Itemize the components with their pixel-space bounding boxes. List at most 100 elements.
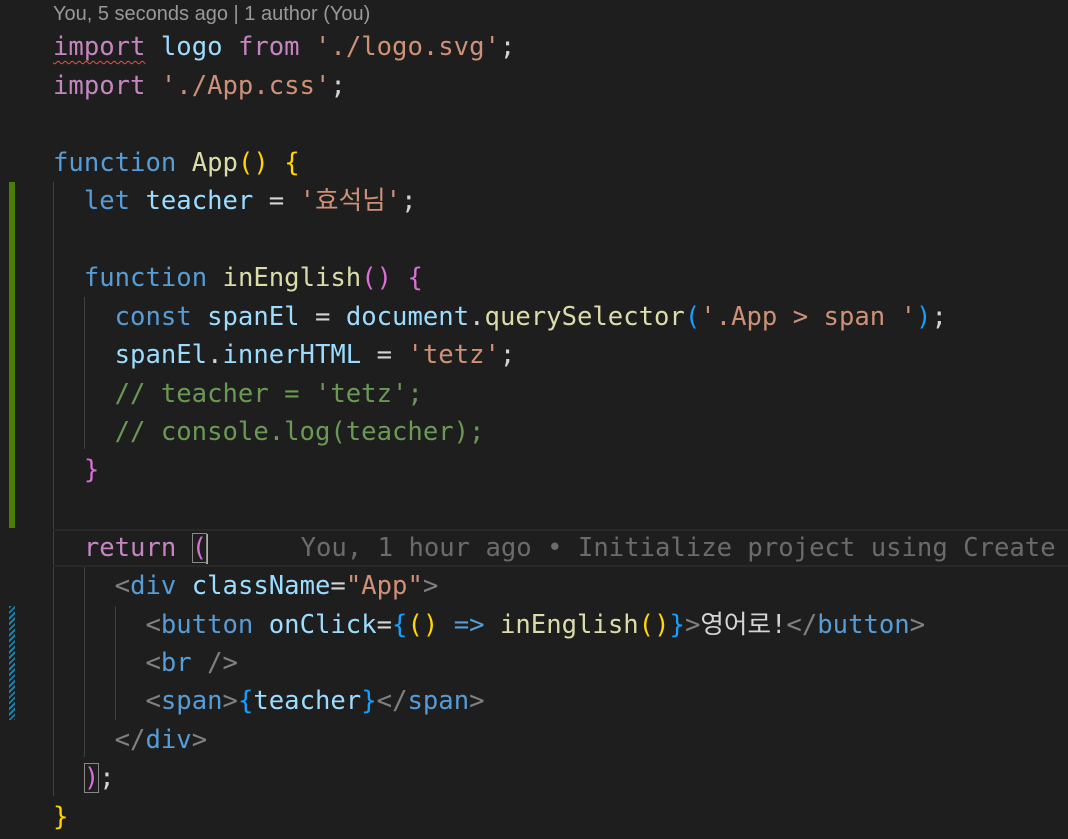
brace-close: } bbox=[53, 802, 69, 832]
gutter-added-lines-indicator[interactable] bbox=[9, 182, 15, 528]
attribute-equals: = bbox=[330, 571, 346, 601]
comment: // teacher = 'tetz'; bbox=[114, 379, 423, 409]
semicolon: ; bbox=[499, 32, 516, 62]
variable-spanel: spanEl bbox=[207, 302, 300, 332]
tag-div: div bbox=[130, 571, 177, 601]
string-selector: '.App > span ' bbox=[700, 302, 917, 332]
string-tetz: 'tetz' bbox=[407, 340, 500, 370]
semicolon: ; bbox=[931, 302, 947, 332]
keyword-function: function bbox=[83, 263, 208, 293]
tag-span: span bbox=[407, 686, 470, 716]
code-line-14[interactable]: return ( You, 1 hour ago • Initialize pr… bbox=[53, 529, 1056, 567]
semicolon: ; bbox=[401, 186, 417, 216]
brace-open: { bbox=[407, 263, 423, 293]
jsx-expression-teacher: teacher bbox=[253, 686, 362, 716]
keyword-let: let bbox=[83, 186, 131, 216]
identifier-spanel: spanEl bbox=[114, 340, 208, 370]
identifier-logo: logo bbox=[160, 32, 223, 62]
paren-close: ) bbox=[654, 610, 670, 640]
jsx-brace-close: } bbox=[669, 610, 685, 640]
function-name-inenglish: inEnglish bbox=[222, 263, 362, 293]
inline-git-blame[interactable]: You, 1 hour ago • Initialize project usi… bbox=[301, 533, 1056, 563]
method-queryselector: querySelector bbox=[484, 302, 685, 332]
codelens-git-authors[interactable]: You, 5 seconds ago | 1 author (You) bbox=[53, 2, 370, 26]
code-line-2[interactable]: import './App.css'; bbox=[53, 67, 346, 105]
gutter-modified-lines-indicator[interactable] bbox=[9, 606, 15, 720]
closing-tag-open-bracket: </ bbox=[786, 610, 818, 640]
tag-span: span bbox=[160, 686, 223, 716]
tag-close-bracket: > bbox=[191, 725, 208, 755]
tag-close-bracket: > bbox=[222, 686, 238, 716]
code-line-21[interactable]: } bbox=[53, 798, 68, 836]
tag-button: button bbox=[160, 610, 254, 640]
paren-open: ( bbox=[237, 148, 254, 178]
code-editor[interactable]: You, 5 seconds ago | 1 author (You) impo… bbox=[0, 0, 1068, 839]
tag-button: button bbox=[817, 610, 910, 640]
paren-open: ( bbox=[638, 610, 655, 640]
code-line-20[interactable]: ); bbox=[53, 759, 115, 797]
attribute-equals: = bbox=[376, 610, 393, 640]
tag-open-bracket: < bbox=[114, 571, 131, 601]
attribute-classname: className bbox=[191, 571, 331, 601]
keyword-function: function bbox=[53, 148, 177, 178]
tag-open-bracket: < bbox=[145, 648, 161, 678]
string-teacher-value: '효석님' bbox=[299, 186, 402, 216]
brace-open: { bbox=[284, 148, 300, 178]
paren-close: ) bbox=[376, 263, 393, 293]
paren-open: ( bbox=[684, 302, 701, 332]
code-line-16[interactable]: <button onClick={() => inEnglish()}>영어로!… bbox=[53, 606, 925, 644]
keyword-import: import bbox=[53, 32, 146, 62]
closing-tag-open-bracket: </ bbox=[376, 686, 408, 716]
paren-close-matched: ) bbox=[83, 763, 100, 793]
keyword-import: import bbox=[53, 71, 146, 101]
identifier-document: document bbox=[345, 302, 470, 332]
semicolon: ; bbox=[99, 763, 115, 793]
semicolon: ; bbox=[499, 340, 516, 370]
variable-teacher: teacher bbox=[145, 186, 254, 216]
arrow-operator: => bbox=[453, 610, 485, 640]
keyword-return: return bbox=[83, 533, 177, 563]
operator-assign: = bbox=[268, 186, 285, 216]
paren-close: ) bbox=[916, 302, 932, 332]
tag-open-bracket: < bbox=[145, 686, 161, 716]
code-line-15[interactable]: <div className="App"> bbox=[53, 567, 439, 605]
tag-br: br bbox=[160, 648, 192, 678]
paren-close: ) bbox=[253, 148, 269, 178]
code-line-19[interactable]: </div> bbox=[53, 721, 207, 759]
brace-close: } bbox=[83, 455, 100, 485]
tag-div: div bbox=[145, 725, 192, 755]
self-close-bracket: /> bbox=[207, 648, 238, 678]
jsx-text: 영어로! bbox=[700, 610, 787, 640]
jsx-brace-open: { bbox=[392, 610, 408, 640]
paren-open: ( bbox=[407, 610, 423, 640]
function-call-inenglish: inEnglish bbox=[499, 610, 639, 640]
jsx-brace-open: { bbox=[237, 686, 254, 716]
attribute-value-app: "App" bbox=[345, 571, 423, 601]
code-line-10[interactable]: // teacher = 'tetz'; bbox=[53, 375, 423, 413]
tag-close-bracket: > bbox=[684, 610, 701, 640]
tag-close-bracket: > bbox=[909, 610, 926, 640]
attribute-onclick: onClick bbox=[268, 610, 377, 640]
keyword-from: from bbox=[237, 32, 300, 62]
code-line-11[interactable]: // console.log(teacher); bbox=[53, 413, 485, 451]
semicolon: ; bbox=[330, 71, 346, 101]
code-line-17[interactable]: <br /> bbox=[53, 644, 238, 682]
code-line-7[interactable]: function inEnglish() { bbox=[53, 259, 423, 297]
code-line-8[interactable]: const spanEl = document.querySelector('.… bbox=[53, 298, 947, 336]
jsx-brace-close: } bbox=[361, 686, 377, 716]
code-line-18[interactable]: <span>{teacher}</span> bbox=[53, 682, 485, 720]
dot: . bbox=[207, 340, 223, 370]
tag-close-bracket: > bbox=[469, 686, 485, 716]
code-line-12[interactable]: } bbox=[53, 451, 99, 489]
code-line-5[interactable]: let teacher = '효석님'; bbox=[53, 182, 417, 220]
code-line-1[interactable]: import logo from './logo.svg'; bbox=[53, 28, 515, 66]
string-css-path: './App.css' bbox=[160, 71, 331, 101]
tag-close-bracket: > bbox=[422, 571, 439, 601]
comment: // console.log(teacher); bbox=[114, 417, 485, 447]
operator-assign: = bbox=[314, 302, 331, 332]
function-name-app: App bbox=[191, 148, 238, 178]
code-line-4[interactable]: function App() { bbox=[53, 144, 300, 182]
code-line-9[interactable]: spanEl.innerHTML = 'tetz'; bbox=[53, 336, 516, 374]
property-innerhtml: innerHTML bbox=[222, 340, 362, 370]
paren-close: ) bbox=[422, 610, 439, 640]
